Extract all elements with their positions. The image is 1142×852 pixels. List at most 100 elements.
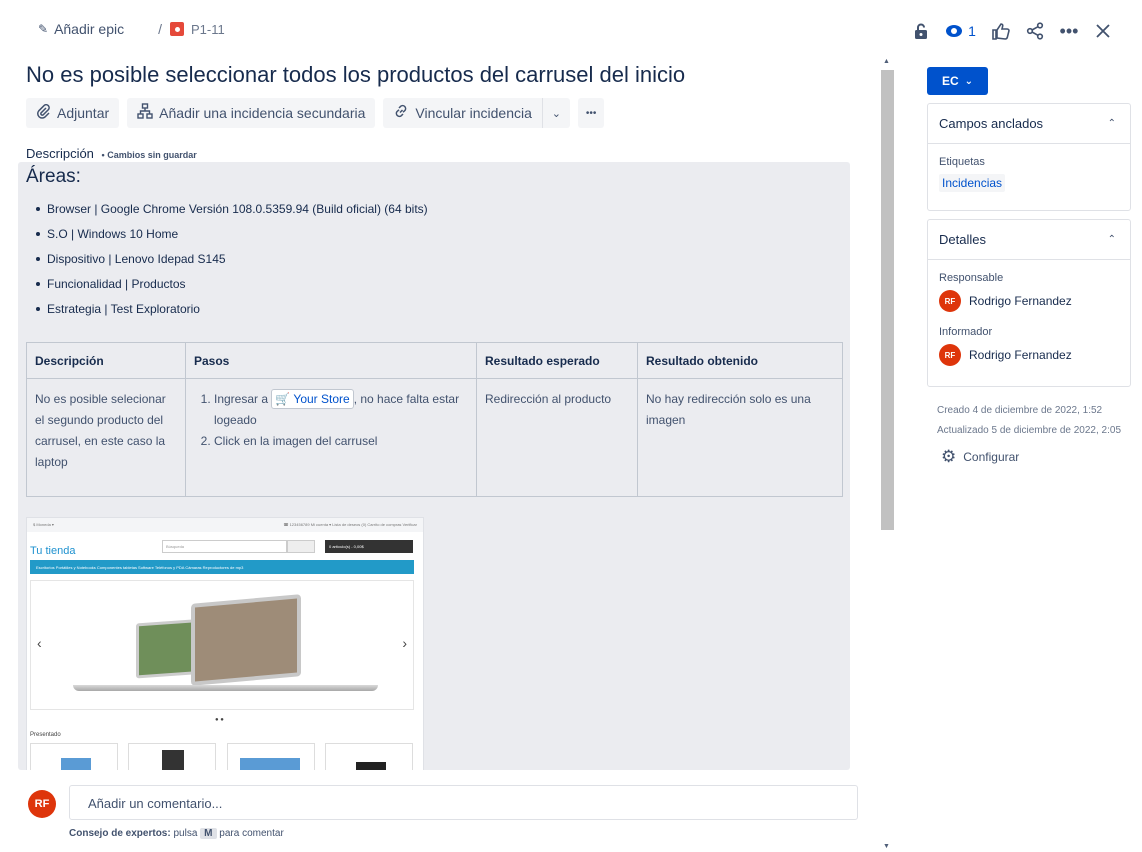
description-title: Descripción: [26, 146, 94, 161]
status-button[interactable]: EC ⌄: [927, 67, 988, 95]
reporter-name: Rodrigo Fernandez: [969, 348, 1072, 362]
list-item: Browser | Google Chrome Versión 108.0.53…: [36, 200, 428, 225]
featured-label: Presentado: [30, 732, 61, 738]
issue-key-link[interactable]: P1-11: [191, 22, 225, 37]
list-item: S.O | Windows 10 Home: [36, 225, 428, 250]
chevron-left-icon: ‹: [37, 635, 42, 651]
currency-menu: $ Moneda ▾: [33, 522, 54, 527]
table-cell-description: No es posible selecionar el segundo prod…: [26, 378, 186, 497]
table-cell-steps: Ingresar a 🛒 Your Store, no hace falta e…: [185, 378, 477, 497]
label-tag[interactable]: Incidencias: [939, 174, 1006, 192]
product-card: [325, 743, 413, 770]
table-cell-expected: Redirección al producto: [476, 378, 638, 497]
your-store-link[interactable]: 🛒 Your Store: [271, 389, 354, 409]
shortcut-key: M: [200, 828, 217, 839]
table-header: Resultado obtenido: [637, 342, 843, 379]
link-icon: [393, 103, 409, 123]
details-header[interactable]: Detalles ⌃: [928, 220, 1130, 260]
bug-table: Descripción Pasos Resultado esperado Res…: [26, 342, 843, 497]
chevron-right-icon: ›: [402, 635, 407, 651]
table-header: Pasos: [185, 342, 477, 379]
pinned-fields-title: Campos anclados: [939, 116, 1044, 131]
add-epic-link[interactable]: Añadir epic: [54, 21, 124, 37]
chevron-down-icon[interactable]: ⌄: [541, 98, 570, 128]
more-actions-button[interactable]: •••: [577, 98, 605, 128]
link-issue-main[interactable]: Vincular incidencia: [393, 103, 541, 123]
store-logo: Tu tienda: [30, 545, 76, 557]
details-panel: Detalles ⌃ Responsable RF Rodrigo Fernan…: [927, 219, 1131, 387]
lock-icon[interactable]: [904, 18, 938, 44]
list-item: Dispositivo | Lenovo Idepad S145: [36, 250, 428, 275]
scroll-down-icon[interactable]: ▼: [883, 843, 890, 850]
laptop-image-front: [191, 594, 301, 686]
paperclip-icon: [36, 103, 51, 123]
assignee-field[interactable]: RF Rodrigo Fernandez: [939, 290, 1119, 312]
attached-screenshot[interactable]: $ Moneda ▾ ☎ 123456789 Mi cuenta ▾ Lista…: [26, 517, 424, 770]
reporter-label: Informador: [939, 326, 993, 338]
assignee-name: Rodrigo Fernandez: [969, 294, 1072, 308]
watch-count: 1: [968, 23, 976, 39]
pinned-fields-panel: Campos anclados ⌃ Etiquetas Incidencias: [927, 103, 1131, 211]
avatar: RF: [939, 290, 961, 312]
table-header-row: Descripción Pasos Resultado esperado Res…: [26, 342, 843, 379]
issue-toolbar: 1 •••: [904, 18, 1120, 44]
store-cart: 0 artículo(s) - 0,00$: [325, 540, 413, 553]
status-label: EC: [941, 74, 959, 88]
tip-bold: Consejo de expertos:: [69, 828, 171, 839]
link-issue-label: Vincular incidencia: [415, 105, 532, 121]
store-carousel: ‹ ›: [30, 580, 414, 710]
table-header: Descripción: [26, 342, 186, 379]
avatar: RF: [939, 344, 961, 366]
link-issue-button[interactable]: Vincular incidencia ⌄: [383, 98, 570, 128]
step-item: Ingresar a 🛒 Your Store, no hace falta e…: [214, 389, 468, 431]
details-title: Detalles: [939, 232, 986, 247]
close-icon[interactable]: [1086, 18, 1120, 44]
store-menu: Escritorios Portátiles y Notebooks Compo…: [30, 560, 414, 574]
breadcrumb: ✎ Añadir epic / P1-11: [38, 21, 225, 37]
areas-heading: Áreas:: [26, 166, 81, 187]
pencil-icon: ✎: [38, 22, 49, 36]
list-item: Funcionalidad | Productos: [36, 275, 428, 300]
comment-tip: Consejo de expertos: pulsa M para coment…: [69, 828, 284, 839]
step-text: Ingresar a: [214, 392, 269, 406]
issue-actions: Adjuntar Añadir una incidencia secundari…: [26, 98, 605, 128]
breadcrumb-separator: /: [158, 21, 162, 37]
chevron-down-icon: ⌄: [964, 75, 974, 87]
scroll-up-icon[interactable]: ▲: [883, 58, 890, 65]
bug-icon: [170, 22, 184, 36]
product-card: [128, 743, 216, 770]
add-child-issue-label: Añadir una incidencia secundaria: [159, 105, 366, 121]
created-date: Creado 4 de diciembre de 2022, 1:52: [937, 405, 1103, 416]
product-card: [227, 743, 315, 770]
table-cell-actual: No hay redirección solo es una imagen: [637, 378, 843, 497]
add-child-issue-button[interactable]: Añadir una incidencia secundaria: [127, 98, 376, 128]
attach-button[interactable]: Adjuntar: [26, 98, 120, 128]
product-card: [30, 743, 118, 770]
scroll-thumb[interactable]: [881, 70, 894, 530]
main-scrollbar[interactable]: ▲ ▼: [879, 58, 895, 850]
table-header: Resultado esperado: [476, 342, 638, 379]
chevron-up-icon: ⌃: [1107, 234, 1116, 245]
assignee-label: Responsable: [939, 272, 1004, 284]
store-top-links: ☎ 123456789 Mi cuenta ▾ Lista de deseos …: [283, 522, 417, 527]
share-icon[interactable]: [1018, 18, 1052, 44]
table-row: No es posible selecionar el segundo prod…: [26, 378, 843, 497]
pinned-fields-header[interactable]: Campos anclados ⌃: [928, 104, 1130, 144]
laptop-base: [73, 685, 378, 691]
tip-text: pulsa: [173, 828, 198, 839]
comment-input[interactable]: Añadir un comentario...: [69, 785, 858, 820]
unsaved-changes: • Cambios sin guardar: [101, 150, 197, 160]
more-icon[interactable]: •••: [1052, 18, 1086, 44]
thumbs-up-icon[interactable]: [984, 18, 1018, 44]
description-editor[interactable]: Áreas: Browser | Google Chrome Versión 1…: [18, 162, 850, 770]
carousel-dots: ● ●: [215, 717, 224, 723]
eye-icon: [946, 25, 963, 37]
reporter-field[interactable]: RF Rodrigo Fernandez: [939, 344, 1119, 366]
labels-field-label: Etiquetas: [939, 156, 985, 168]
watch-button[interactable]: 1: [938, 18, 984, 44]
description-label: Descripción • Cambios sin guardar: [26, 146, 197, 161]
store-search-button: [287, 540, 315, 553]
gear-icon: ⚙: [941, 447, 957, 466]
configure-button[interactable]: ⚙ Configurar: [941, 447, 1019, 467]
issue-title[interactable]: No es posible seleccionar todos los prod…: [26, 62, 685, 88]
